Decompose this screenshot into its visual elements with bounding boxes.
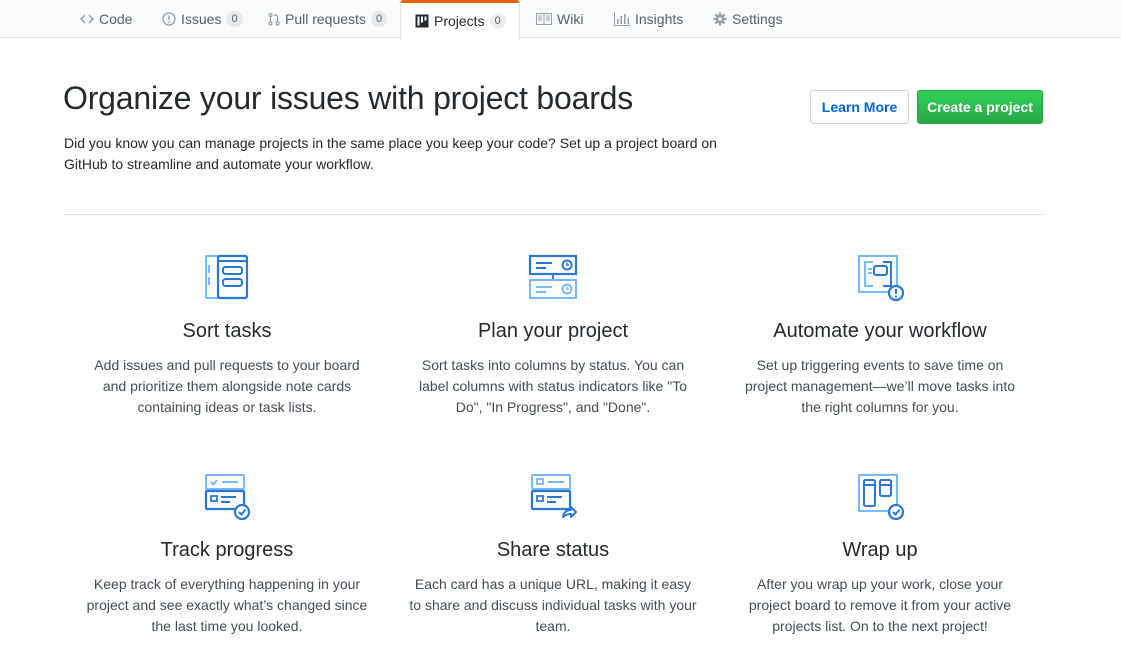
tab-wiki[interactable]: Wiki bbox=[522, 0, 597, 38]
tab-settings[interactable]: Settings bbox=[699, 0, 797, 38]
feature-title: Wrap up bbox=[842, 539, 918, 561]
feature-text: Keep track of everything happening in yo… bbox=[86, 576, 368, 634]
feature-text: Add issues and pull requests to your boa… bbox=[94, 357, 360, 415]
tab-issues[interactable]: Issues 0 bbox=[148, 0, 257, 38]
tab-label: Pull requests bbox=[285, 11, 366, 27]
tab-label: Projects bbox=[434, 13, 485, 29]
plan-project-icon bbox=[528, 254, 578, 299]
tab-insights[interactable]: Insights bbox=[600, 0, 697, 38]
tab-label: Issues bbox=[181, 11, 222, 27]
create-project-button[interactable]: Create a project bbox=[917, 90, 1043, 124]
graph-icon bbox=[614, 12, 630, 26]
gear-icon bbox=[713, 12, 727, 26]
page-title: Organize your issues with project boards bbox=[63, 80, 634, 116]
repo-nav: Code Issues 0 Pull requests 0 Projects 0… bbox=[0, 0, 1121, 39]
page-description: Did you know you can manage projects in … bbox=[64, 135, 717, 172]
feature-sort-tasks: Sort tasks Add issues and pull requests … bbox=[64, 252, 390, 418]
feature-title: Share status bbox=[496, 539, 610, 561]
tab-code[interactable]: Code bbox=[66, 0, 146, 38]
tab-label: Wiki bbox=[557, 11, 584, 27]
tab-label: Code bbox=[99, 11, 133, 27]
issues-counter: 0 bbox=[226, 11, 243, 27]
feature-text: Sort tasks into columns by status. You c… bbox=[419, 357, 687, 415]
track-progress-icon bbox=[204, 474, 251, 521]
divider bbox=[64, 214, 1044, 215]
share-status-icon bbox=[530, 474, 577, 518]
tab-pull-requests[interactable]: Pull requests 0 bbox=[254, 0, 401, 38]
feature-plan-project: Plan your project Sort tasks into column… bbox=[390, 252, 716, 418]
feature-text: Set up triggering events to save time on… bbox=[744, 357, 1015, 415]
tab-label: Settings bbox=[732, 11, 783, 27]
feature-wrap-up: Wrap up After you wrap up your work, clo… bbox=[717, 471, 1043, 637]
feature-title: Plan your project bbox=[477, 320, 629, 342]
git-pull-request-icon bbox=[268, 12, 280, 26]
feature-text: After you wrap up your work, close your … bbox=[748, 576, 1012, 634]
feature-title: Sort tasks bbox=[182, 320, 272, 342]
code-icon bbox=[80, 12, 94, 26]
feature-track-progress: Track progress Keep track of everything … bbox=[64, 471, 390, 637]
feature-text: Each card has a unique URL, making it ea… bbox=[409, 576, 697, 634]
feature-share-status: Share status Each card has a unique URL,… bbox=[390, 471, 716, 637]
project-icon bbox=[415, 14, 429, 28]
automate-workflow-icon bbox=[858, 255, 905, 302]
wrap-up-icon bbox=[858, 474, 905, 521]
learn-more-button[interactable]: Learn More bbox=[810, 90, 909, 124]
projects-counter: 0 bbox=[489, 13, 506, 29]
issue-opened-icon bbox=[162, 12, 176, 26]
feature-title: Track progress bbox=[160, 539, 294, 561]
pull-requests-counter: 0 bbox=[370, 11, 388, 27]
feature-title: Automate your workflow bbox=[773, 320, 987, 342]
tab-label: Insights bbox=[635, 11, 684, 27]
book-icon bbox=[536, 13, 552, 25]
tab-projects[interactable]: Projects 0 bbox=[400, 0, 520, 39]
sort-tasks-icon bbox=[205, 254, 249, 300]
feature-automate-workflow: Automate your workflow Set up triggering… bbox=[717, 252, 1043, 418]
